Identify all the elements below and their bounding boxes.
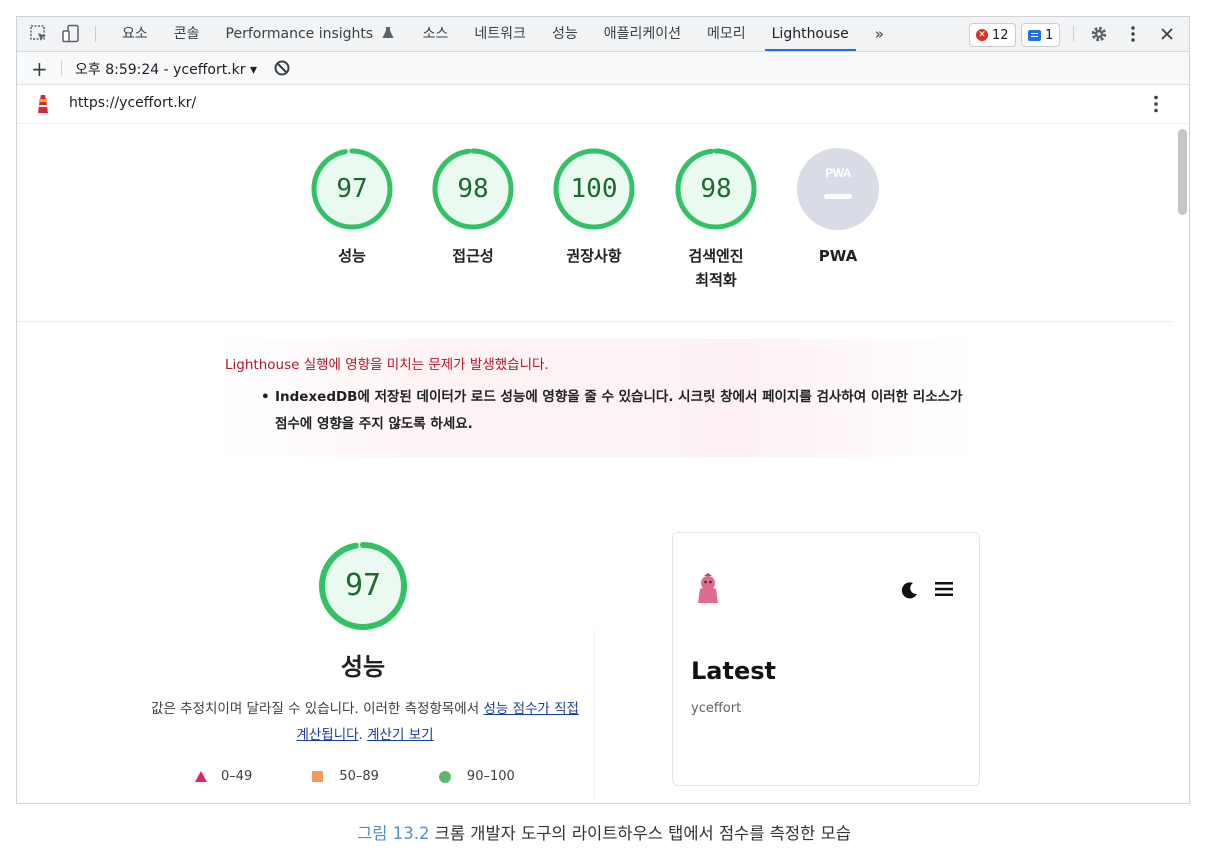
score-gauge-best-practices[interactable]: 100 권장사항 [551, 146, 637, 268]
section-divider [17, 321, 1173, 322]
page-screenshot-preview[interactable]: Latest yceffort [672, 532, 980, 786]
column-divider [594, 629, 595, 803]
scrollbar-thumb[interactable] [1178, 129, 1187, 215]
errors-badge[interactable]: ✕ 12 [969, 23, 1016, 47]
lighthouse-report: 97 성능 98 접근성 100 권장사항 98 검색엔진 최적화 PWA PW… [17, 124, 1173, 803]
lighthouse-logo-icon [35, 94, 51, 119]
performance-title: 성능 [340, 653, 386, 681]
report-menu-icon[interactable] [1147, 94, 1165, 119]
performance-description: 값은 추정치이며 달라질 수 있습니다. 이러한 측정항목에서 성능 점수가 직… [145, 696, 585, 748]
tab-lighthouse[interactable]: Lighthouse [759, 17, 862, 51]
devtools-tab-bar: 요소 콘솔 Performance insights 소스 네트워크 성능 애플… [17, 17, 1189, 52]
bullet: • [261, 389, 270, 405]
score-gauge-seo[interactable]: 98 검색엔진 최적화 [673, 146, 759, 292]
report-selector[interactable]: 오후 8:59:24 - yceffort.kr ▾ [75, 59, 257, 79]
warning-item-text: IndexedDB에 저장된 데이터가 로드 성능에 영향을 줄 수 있습니다.… [275, 389, 963, 432]
pwa-badge-icon [797, 148, 879, 230]
errors-count: 12 [992, 27, 1009, 43]
score-gauge-pwa[interactable]: PWA PWA [795, 146, 881, 268]
tab-console[interactable]: 콘솔 [161, 17, 213, 51]
pwa-badge-text: PWA [825, 166, 851, 180]
settings-gear-icon[interactable] [1089, 24, 1109, 44]
device-toolbar-icon[interactable] [61, 24, 81, 44]
toolbar-divider [1073, 26, 1074, 42]
inspect-element-icon[interactable] [29, 24, 49, 44]
score-label: 접근성 [452, 247, 494, 265]
tab-network[interactable]: 네트워크 [461, 17, 539, 51]
lighthouse-toolbar: + 오후 8:59:24 - yceffort.kr ▾ [17, 52, 1189, 85]
figure-caption: 그림 13.2 크롬 개발자 도구의 라이트하우스 탭에서 점수를 측정한 모습 [0, 820, 1208, 844]
legend-item-average: 50–89 [312, 769, 379, 784]
tab-performance-insights[interactable]: Performance insights [213, 17, 410, 51]
legend-item-fail: 0–49 [195, 769, 252, 784]
messages-count: 1 [1045, 27, 1054, 43]
legend-label: 50–89 [339, 769, 379, 784]
close-icon[interactable] [1157, 24, 1177, 44]
tab-memory[interactable]: 메모리 [694, 17, 759, 51]
score-gauge-accessibility[interactable]: 98 접근성 [430, 146, 516, 268]
tab-application[interactable]: 애플리케이션 [591, 17, 694, 51]
caption-text: 크롬 개발자 도구의 라이트하우스 탭에서 점수를 측정한 모습 [429, 824, 851, 843]
toolbar-divider [61, 60, 62, 76]
preview-subtitle: yceffort [691, 701, 742, 716]
score-value: 97 [336, 174, 368, 204]
warning-item: • IndexedDB에 저장된 데이터가 로드 성능에 영향을 줄 수 있습니… [261, 384, 965, 438]
preview-heading: Latest [691, 657, 776, 685]
more-options-icon[interactable] [1123, 24, 1143, 44]
score-value: 100 [570, 174, 618, 204]
score-label: 성능 [338, 247, 366, 265]
calculator-link[interactable]: 계산기 보기 [367, 727, 433, 743]
legend-label: 0–49 [221, 769, 253, 784]
flask-icon [382, 27, 394, 38]
average-square-icon [312, 771, 324, 782]
warning-title: Lighthouse 실행에 영향을 미치는 문제가 발생했습니다. [225, 357, 549, 373]
error-icon: ✕ [976, 29, 988, 41]
description-text: 값은 추정치이며 달라질 수 있습니다. 이러한 측정항목에서 [151, 701, 484, 717]
description-separator: . [358, 727, 368, 743]
devtools-window: 요소 콘솔 Performance insights 소스 네트워크 성능 애플… [16, 16, 1190, 804]
messages-badge[interactable]: 1 [1021, 23, 1061, 47]
message-icon [1028, 29, 1041, 41]
pass-circle-icon [438, 770, 451, 783]
tab-performance-insights-label: Performance insights [225, 26, 374, 42]
legend-label: 90–100 [466, 769, 515, 784]
legend-item-pass: 90–100 [438, 769, 515, 784]
score-value: 98 [457, 174, 489, 204]
performance-score-value: 97 [344, 568, 382, 603]
toolbar-divider [95, 26, 96, 42]
tab-elements[interactable]: 요소 [109, 17, 161, 51]
clear-reports-icon[interactable] [273, 59, 291, 81]
tab-strip: 요소 콘솔 Performance insights 소스 네트워크 성능 애플… [109, 17, 897, 51]
score-label: 검색엔진 최적화 [688, 247, 744, 289]
site-avatar-icon [695, 573, 721, 610]
score-label: PWA [818, 247, 858, 265]
score-label: 권장사항 [566, 247, 622, 265]
tab-performance[interactable]: 성능 [539, 17, 591, 51]
figure-number: 그림 13.2 [357, 824, 430, 843]
menu-hamburger-icon[interactable] [935, 581, 953, 602]
report-url-bar: https://yceffort.kr/ [17, 85, 1189, 124]
score-value: 98 [700, 174, 732, 204]
score-gauge-performance[interactable]: 97 성능 [309, 146, 395, 268]
dark-mode-moon-icon[interactable] [901, 581, 919, 604]
fail-triangle-icon [195, 771, 207, 782]
more-tabs-button[interactable]: » [862, 17, 897, 51]
score-legend: 0–49 50–89 90–100 [195, 769, 575, 784]
new-report-button[interactable]: + [31, 57, 48, 81]
report-url[interactable]: https://yceffort.kr/ [69, 95, 196, 111]
tab-sources[interactable]: 소스 [410, 17, 462, 51]
